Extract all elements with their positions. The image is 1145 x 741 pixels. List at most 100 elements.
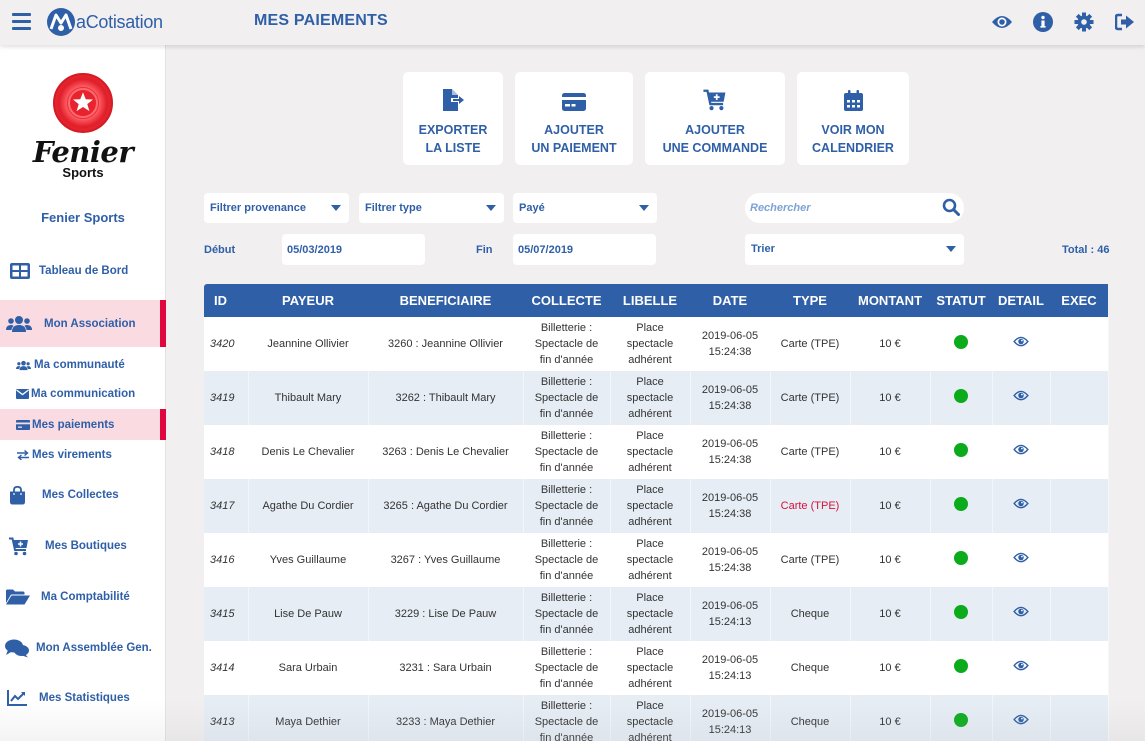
sidebar-item-mon-assemblee-gen[interactable]: Mon Assemblée Gen. (0, 630, 166, 666)
header-date[interactable]: DATE (690, 284, 770, 317)
header-beneficiaire[interactable]: BENEFICIAIRE (368, 284, 523, 317)
libelle-line: spectacle (626, 554, 674, 566)
view-detail-eye-icon[interactable] (1013, 714, 1029, 730)
add-payment-button[interactable]: AJOUTER UN PAIEMENT (515, 72, 633, 165)
start-date-input[interactable] (282, 234, 425, 265)
sidebar-item-mes-collectes[interactable]: Mes Collectes (0, 477, 166, 513)
libelle-line: spectacle (626, 608, 674, 620)
cell-date: 2019-06-05 15:24:38 (690, 479, 771, 533)
cell-detail (992, 641, 1051, 695)
chart-line-icon (4, 690, 30, 706)
table-row[interactable]: 3416 Yves Guillaume 3267 : Yves Guillaume B… (204, 533, 1109, 587)
libelle-line: Place (636, 430, 664, 442)
libelle-line: adhérent (628, 408, 672, 420)
sidebar-item-ma-comptabilite[interactable]: Ma Comptabilité (0, 579, 166, 615)
view-detail-eye-icon[interactable] (1013, 660, 1029, 676)
cell-libelle: Place spectacle adhérent (610, 371, 691, 425)
search-input[interactable] (745, 193, 925, 223)
collecte-line: fin d'année (539, 354, 594, 366)
export-list-label-1: EXPORTER (418, 123, 488, 137)
app-logo[interactable]: aCotisation (47, 7, 163, 37)
cell-montant: 10 € (850, 317, 931, 371)
hamburger-menu-icon[interactable] (12, 13, 31, 30)
time-value: 15:24:38 (708, 400, 752, 412)
view-detail-eye-icon[interactable] (1013, 390, 1029, 406)
table-row[interactable]: 3417 Agathe Du Cordier 3265 : Agathe Du Co… (204, 479, 1109, 533)
sidebar-item-label: Ma Comptabilité (41, 591, 130, 603)
table-row[interactable]: 3414 Sara Urbain 3231 : Sara Urbain Billett… (204, 641, 1109, 695)
status-paid-dot (954, 442, 968, 457)
sidebar-item-tableau-de-bord[interactable]: Tableau de Bord (0, 253, 166, 289)
sidebar-item-mes-paiements[interactable]: Mes paiements (0, 409, 166, 440)
sidebar-item-mes-boutiques[interactable]: Mes Boutiques (0, 528, 166, 564)
cell-beneficiaire: 3265 : Agathe Du Cordier (368, 479, 524, 533)
eye-icon[interactable] (981, 10, 1022, 34)
table-row[interactable]: 3420 Jeannine Ollivier 3260 : Jeannine Oll… (204, 317, 1109, 371)
cell-collecte: Billetterie : Spectacle de fin d'année (523, 533, 611, 587)
sidebar-item-mes-virements[interactable]: Mes virements (0, 441, 166, 469)
view-detail-eye-icon[interactable] (1013, 606, 1029, 622)
view-detail-eye-icon[interactable] (1013, 444, 1029, 460)
libelle-line: spectacle (626, 662, 674, 674)
cell-montant: 10 € (850, 371, 931, 425)
logout-icon[interactable] (1104, 10, 1145, 34)
type-filter-select[interactable]: Filtrer type (359, 193, 504, 223)
header-type[interactable]: TYPE (770, 284, 850, 317)
cell-date: 2019-06-05 15:24:38 (690, 317, 771, 371)
sidebar-item-label: Mes Boutiques (45, 540, 127, 552)
header-montant[interactable]: MONTANT (850, 284, 930, 317)
cell-payeur: Maya Dethier (248, 695, 369, 741)
cell-date: 2019-06-05 15:24:38 (690, 425, 771, 479)
file-export-icon (403, 85, 503, 111)
add-order-button[interactable]: AJOUTER UNE COMMANDE (645, 72, 785, 165)
sort-select[interactable]: Trier (745, 234, 964, 265)
view-detail-eye-icon[interactable] (1013, 336, 1029, 352)
status-filter-select[interactable]: Payé (513, 193, 657, 223)
top-bar: aCotisation MES PAIEMENTS (0, 0, 1145, 45)
header-libelle[interactable]: LIBELLE (610, 284, 690, 317)
libelle-line: adhérent (628, 354, 672, 366)
sidebar-item-ma-communication[interactable]: Ma communication (0, 380, 166, 408)
header-payeur[interactable]: PAYEUR (248, 284, 368, 317)
envelope-icon (13, 389, 31, 399)
view-detail-eye-icon[interactable] (1013, 498, 1029, 514)
collecte-line: Spectacle de (534, 338, 599, 350)
cell-collecte: Billetterie : Spectacle de fin d'année (523, 425, 611, 479)
header-id[interactable]: ID (204, 284, 248, 317)
provenance-filter-select[interactable]: Filtrer provenance (204, 193, 349, 223)
cell-id: 3416 (204, 533, 249, 587)
info-icon[interactable] (1022, 10, 1063, 34)
sidebar-item-ma-communaute[interactable]: Ma communauté (0, 351, 166, 379)
gear-icon[interactable] (1063, 10, 1104, 34)
sidebar-item-mon-association[interactable]: Mon Association (0, 300, 166, 347)
date-value: 2019-06-05 (701, 546, 759, 558)
sidebar-item-label: Mes virements (32, 449, 112, 461)
table-row[interactable]: 3415 Lise De Pauw 3229 : Lise De Pauw Bille… (204, 587, 1109, 641)
club-logo-title: Fenier (32, 135, 134, 169)
export-list-button[interactable]: EXPORTER LA LISTE (403, 72, 503, 165)
header-collecte[interactable]: COLLECTE (523, 284, 610, 317)
add-payment-label-2: UN PAIEMENT (531, 141, 617, 155)
cell-detail (992, 695, 1051, 741)
table-row[interactable]: 3413 Maya Dethier 3233 : Maya Dethier Bille… (204, 695, 1109, 741)
cell-beneficiaire: 3229 : Lise De Pauw (368, 587, 524, 641)
status-paid-dot (954, 388, 968, 403)
view-detail-eye-icon[interactable] (1013, 552, 1029, 568)
libelle-line: adhérent (628, 570, 672, 582)
cell-statut (930, 371, 993, 425)
header-statut[interactable]: STATUT (930, 284, 992, 317)
view-calendar-button[interactable]: VOIR MON CALENDRIER (797, 72, 909, 165)
end-date-input[interactable] (513, 234, 656, 265)
cell-exec (1050, 371, 1109, 425)
sidebar-item-mes-statistiques[interactable]: Mes Statistiques (0, 680, 166, 716)
header-detail[interactable]: DETAIL (992, 284, 1050, 317)
status-filter-value: Payé (519, 202, 545, 214)
search-icon[interactable] (942, 198, 960, 221)
table-row[interactable]: 3419 Thibault Mary 3262 : Thibault Mary Bil… (204, 371, 1109, 425)
header-exec[interactable]: EXEC (1050, 284, 1108, 317)
table-row[interactable]: 3418 Denis Le Chevalier 3263 : Denis Le Ch… (204, 425, 1109, 479)
libelle-line: spectacle (626, 392, 674, 404)
time-value: 15:24:13 (708, 670, 752, 682)
collecte-line: Spectacle de (534, 554, 599, 566)
cell-date: 2019-06-05 15:24:38 (690, 533, 771, 587)
